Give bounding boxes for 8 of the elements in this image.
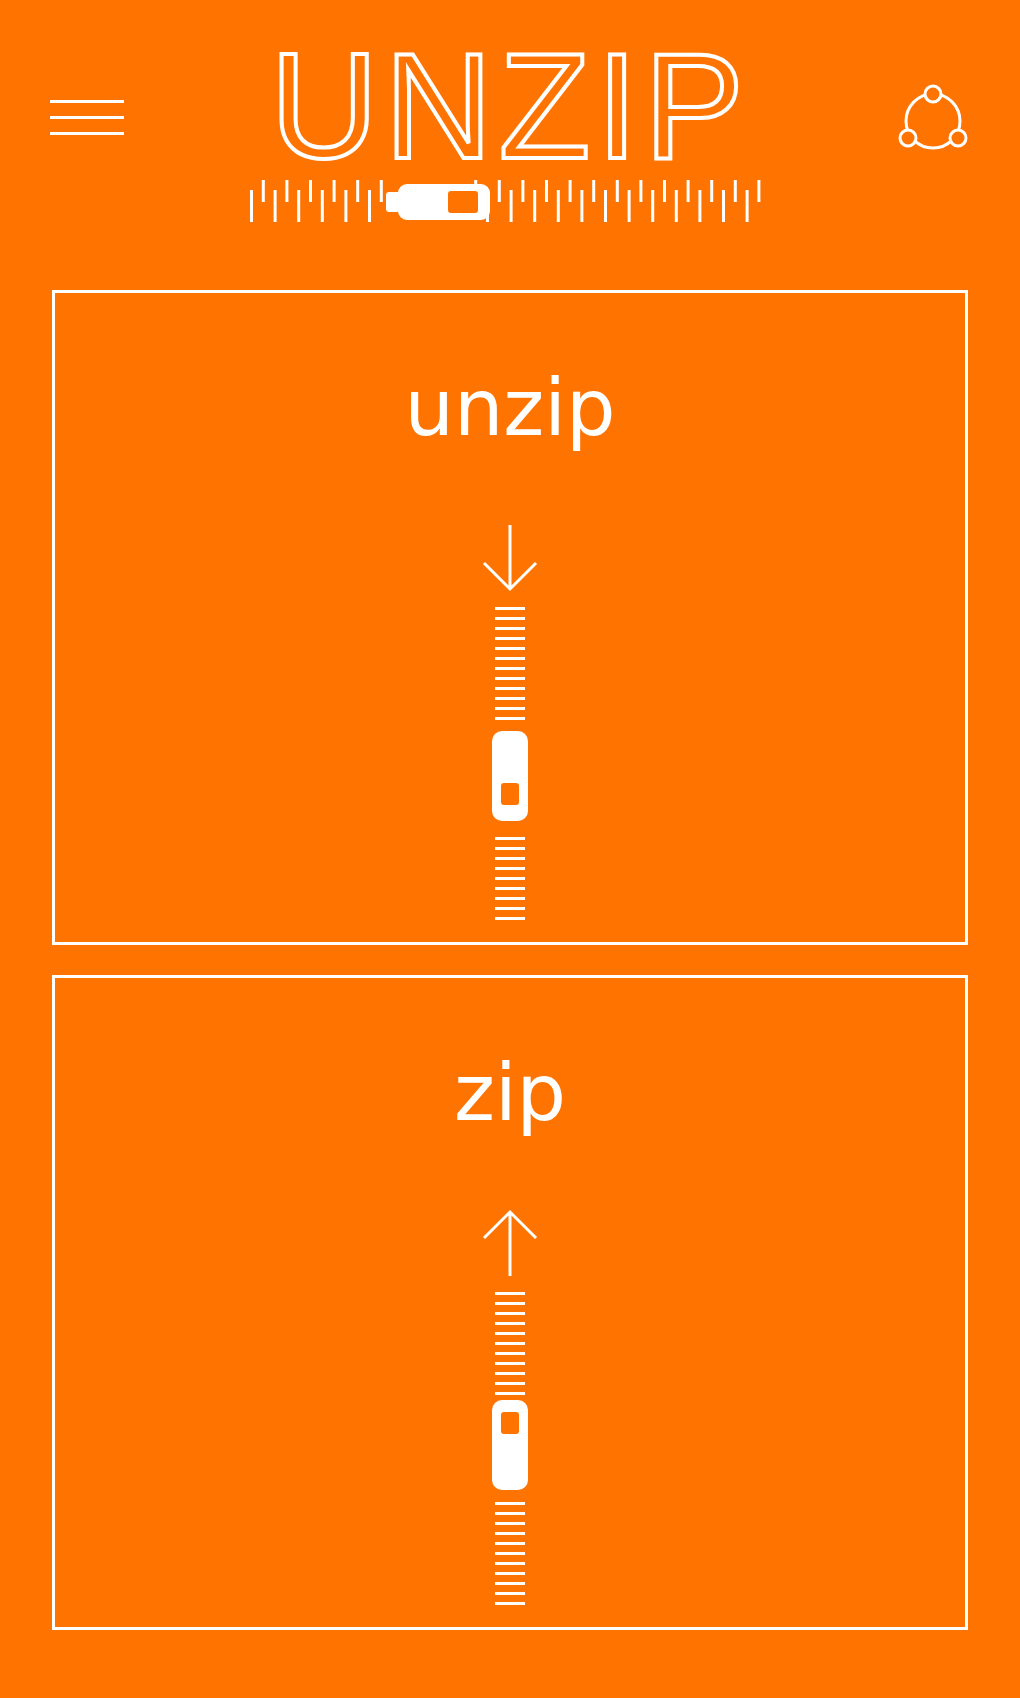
menu-icon[interactable] <box>50 98 124 138</box>
arrow-up-icon <box>480 1208 540 1278</box>
card-title: unzip <box>404 363 616 453</box>
action-card[interactable]: unzip <box>52 290 968 945</box>
card-title: zip <box>453 1048 567 1138</box>
app-logo: UNZIP <box>270 36 750 176</box>
arrow-down-icon <box>480 523 540 593</box>
action-card[interactable]: zip <box>52 975 968 1630</box>
